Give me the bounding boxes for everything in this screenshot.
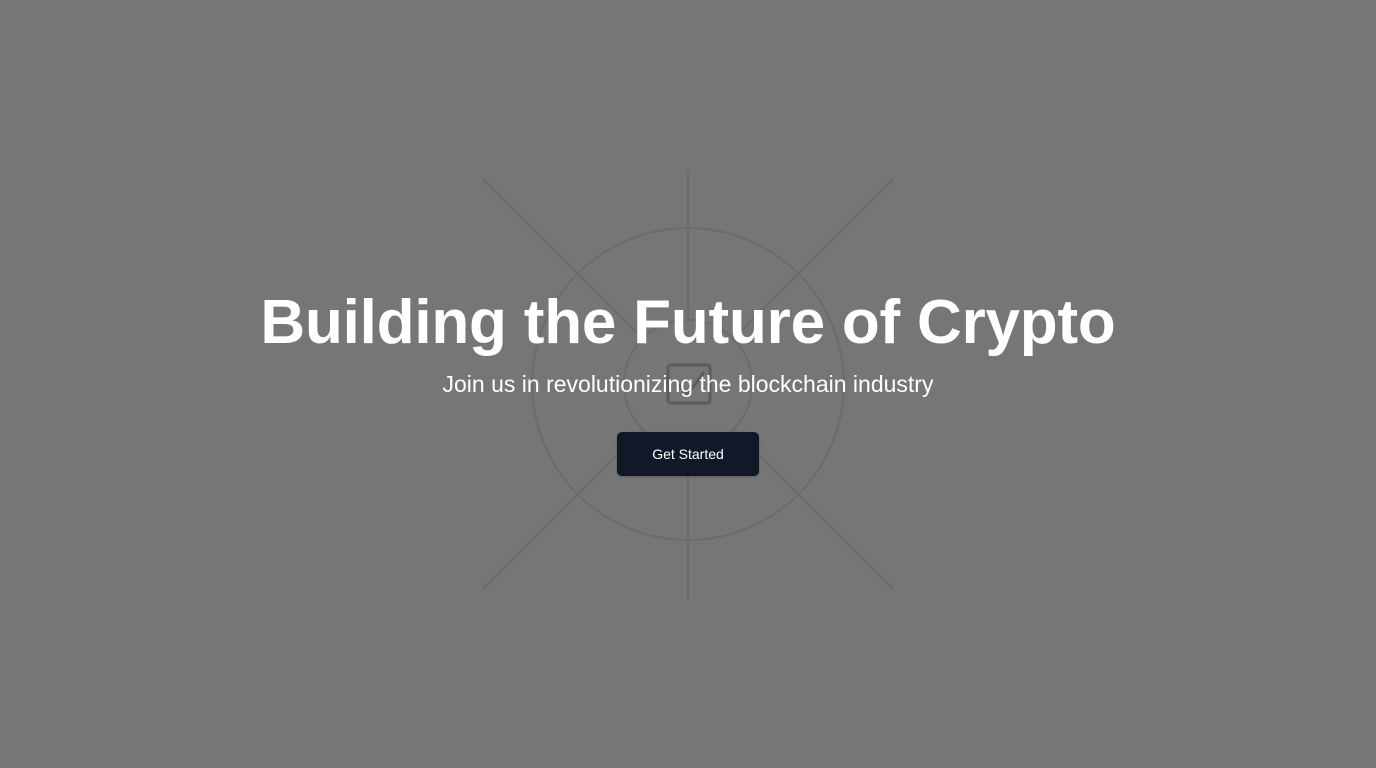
page-title: Building the Future of Crypto <box>260 288 1116 357</box>
hero-content: Building the Future of Crypto Join us in… <box>0 0 1376 768</box>
page-subtitle: Join us in revolutionizing the blockchai… <box>442 371 934 397</box>
get-started-button[interactable]: Get Started <box>617 432 759 476</box>
hero-section: Building the Future of Crypto Join us in… <box>0 0 1376 768</box>
